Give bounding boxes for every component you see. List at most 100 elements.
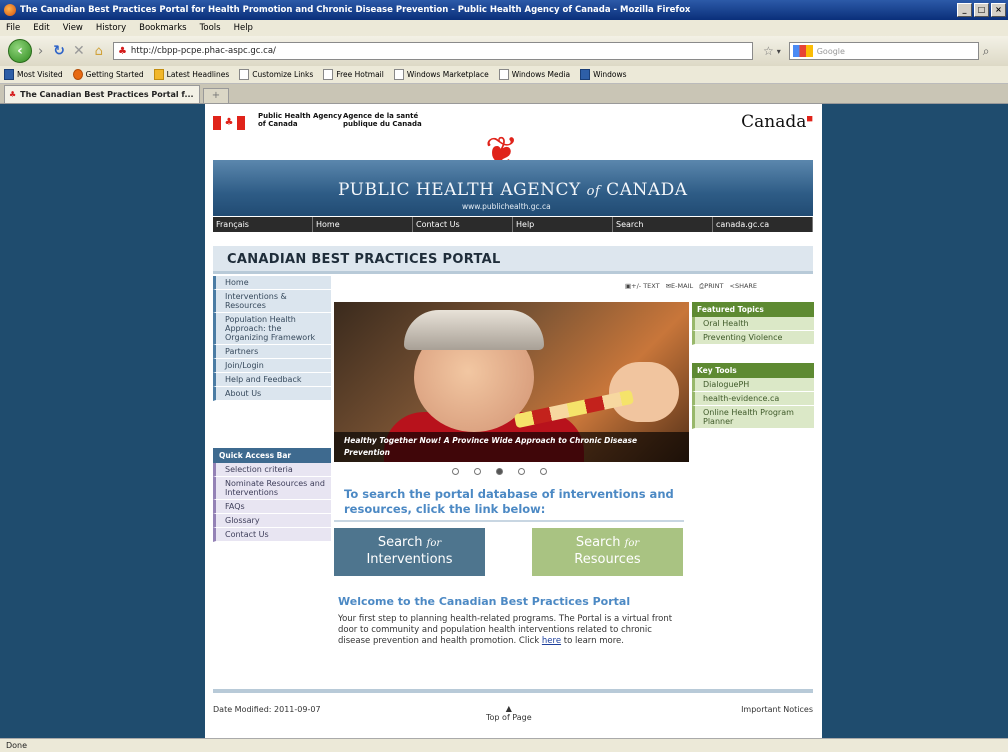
bookmark-label: Customize Links [252, 70, 314, 79]
home-icon[interactable]: ⌂ [95, 44, 103, 59]
menu-edit[interactable]: Edit [33, 23, 49, 33]
wordmark-flag-icon: ■ [806, 114, 813, 123]
back-button[interactable]: ‹ [8, 39, 32, 63]
menu-tools[interactable]: Tools [200, 23, 221, 33]
qab-selection-criteria[interactable]: Selection criteria [213, 463, 331, 477]
tab-active[interactable]: ♣ The Canadian Best Practices Portal f..… [4, 85, 200, 103]
tool-dialogueph[interactable]: DialoguePH [692, 378, 814, 392]
carousel-dot[interactable] [496, 468, 503, 475]
top-of-page-link[interactable]: ▲ Top of Page [486, 705, 532, 723]
button-search-label: Search [377, 535, 423, 550]
nav-canada-gc-ca[interactable]: canada.gc.ca [713, 217, 813, 232]
email-button[interactable]: ✉E-MAIL [666, 282, 694, 291]
share-button[interactable]: <SHARE [729, 282, 757, 291]
nav-help[interactable]: Help [513, 217, 613, 232]
bookmark-windows-marketplace[interactable]: Windows Marketplace [393, 69, 489, 80]
feature-carousel[interactable]: Healthy Together Now! A Province Wide Ap… [334, 302, 689, 462]
left-nav-join-login[interactable]: Join/Login [213, 359, 331, 373]
menu-bar: File Edit View History Bookmarks Tools H… [0, 20, 1008, 36]
page-title: CANADIAN BEST PRACTICES PORTAL [213, 246, 813, 274]
maximize-button[interactable]: □ [974, 3, 989, 17]
left-nav-home[interactable]: Home [213, 276, 331, 290]
canada-wordmark: Canada■ [741, 112, 813, 132]
nav-contact-us[interactable]: Contact Us [413, 217, 513, 232]
learn-more-link[interactable]: here [542, 636, 561, 646]
menu-history[interactable]: History [96, 23, 126, 33]
tool-program-planner[interactable]: Online Health Program Planner [692, 406, 814, 429]
bookmark-latest-headlines[interactable]: Latest Headlines [153, 69, 230, 80]
nav-search[interactable]: Search [613, 217, 713, 232]
rss-icon [153, 69, 164, 80]
close-button[interactable]: × [991, 3, 1006, 17]
menu-help[interactable]: Help [234, 23, 253, 33]
button-for-label: for [624, 538, 640, 549]
qab-nominate[interactable]: Nominate Resources and Interventions [213, 477, 331, 500]
google-icon[interactable] [792, 45, 813, 57]
carousel-dot[interactable] [452, 468, 459, 475]
topic-preventing-violence[interactable]: Preventing Violence [692, 331, 814, 345]
print-button[interactable]: ⎙PRINT [699, 282, 723, 291]
left-nav-partners[interactable]: Partners [213, 345, 331, 359]
page-icon [239, 69, 250, 80]
canada-flag-icon: ♣ [213, 116, 245, 130]
banner-title-part: PUBLIC HEALTH AGENCY [338, 180, 587, 200]
tool-health-evidence[interactable]: health-evidence.ca [692, 392, 814, 406]
search-icon[interactable]: ⌕ [983, 44, 990, 59]
minimize-button[interactable]: _ [957, 3, 972, 17]
caption-bold: Healthy Together Now! [344, 436, 442, 445]
new-tab-button[interactable]: + [203, 88, 229, 103]
left-nav-help-feedback[interactable]: Help and Feedback [213, 373, 331, 387]
left-nav-population-health[interactable]: Population Health Approach: the Organizi… [213, 313, 331, 345]
url-bar[interactable]: ♣ http://cbpp-pcpe.phac-aspc.gc.ca/ [112, 42, 753, 60]
bookmark-most-visited[interactable]: Most Visited [4, 69, 63, 80]
banner-title-part: CANADA [600, 180, 688, 200]
bookmark-star-icon[interactable]: ☆ [763, 44, 774, 58]
left-nav-interventions-resources[interactable]: Interventions & Resources [213, 290, 331, 313]
stop-icon[interactable]: ✕ [73, 43, 85, 59]
button-interventions-label: Interventions [366, 552, 453, 567]
featured-topics-heading: Featured Topics [692, 302, 814, 317]
menu-bookmarks[interactable]: Bookmarks [139, 23, 187, 33]
qab-contact-us[interactable]: Contact Us [213, 528, 331, 542]
status-bar: Done [0, 738, 1008, 752]
search-interventions-button[interactable]: Search for Interventions [334, 528, 485, 576]
phac-banner: PUBLIC HEALTH AGENCY of CANADA www.publi… [213, 160, 813, 216]
bookmark-windows-media[interactable]: Windows Media [498, 69, 570, 80]
divider [334, 520, 684, 522]
bookmark-customize-links[interactable]: Customize Links [239, 69, 313, 80]
bookmark-label: Windows [593, 70, 627, 79]
tool-label: E-MAIL [671, 282, 694, 290]
url-dropdown-icon[interactable]: ▾ [777, 47, 781, 56]
menu-file[interactable]: File [6, 23, 20, 33]
bookmark-label: Most Visited [17, 70, 63, 79]
bookmark-label: Latest Headlines [166, 70, 230, 79]
bookmarks-toolbar: Most Visited Getting Started Latest Head… [0, 66, 1008, 84]
nav-francais[interactable]: Français [213, 217, 313, 232]
search-resources-button[interactable]: Search for Resources [532, 528, 683, 576]
right-column: Featured Topics Oral Health Preventing V… [692, 302, 814, 429]
phac-name-french: Agence de la santé publique du Canada [343, 112, 422, 128]
carousel-caption[interactable]: Healthy Together Now! A Province Wide Ap… [334, 432, 689, 462]
carousel-dot[interactable] [540, 468, 547, 475]
page-icon [393, 69, 404, 80]
carousel-dot[interactable] [474, 468, 481, 475]
reload-icon[interactable]: ↻ [53, 43, 65, 59]
left-nav-about-us[interactable]: About Us [213, 387, 331, 401]
nav-home[interactable]: Home [313, 217, 413, 232]
firefox-bookmark-icon [72, 69, 83, 80]
button-resources-label: Resources [574, 552, 641, 567]
bookmark-windows[interactable]: Windows [580, 69, 627, 80]
bookmark-getting-started[interactable]: Getting Started [72, 69, 144, 80]
topic-oral-health[interactable]: Oral Health [692, 317, 814, 331]
bookmark-free-hotmail[interactable]: Free Hotmail [323, 69, 384, 80]
menu-view[interactable]: View [63, 23, 83, 33]
important-notices-link[interactable]: Important Notices [741, 705, 813, 714]
qab-glossary[interactable]: Glossary [213, 514, 331, 528]
wordmark-text: Canada [741, 112, 807, 132]
text-size-button[interactable]: ▣+/- TEXT [625, 282, 660, 291]
forward-button[interactable]: › [38, 44, 43, 59]
search-box[interactable]: Google [788, 42, 979, 60]
qab-faqs[interactable]: FAQs [213, 500, 331, 514]
carousel-dot[interactable] [518, 468, 525, 475]
banner-url: www.publichealth.gc.ca [462, 202, 551, 211]
